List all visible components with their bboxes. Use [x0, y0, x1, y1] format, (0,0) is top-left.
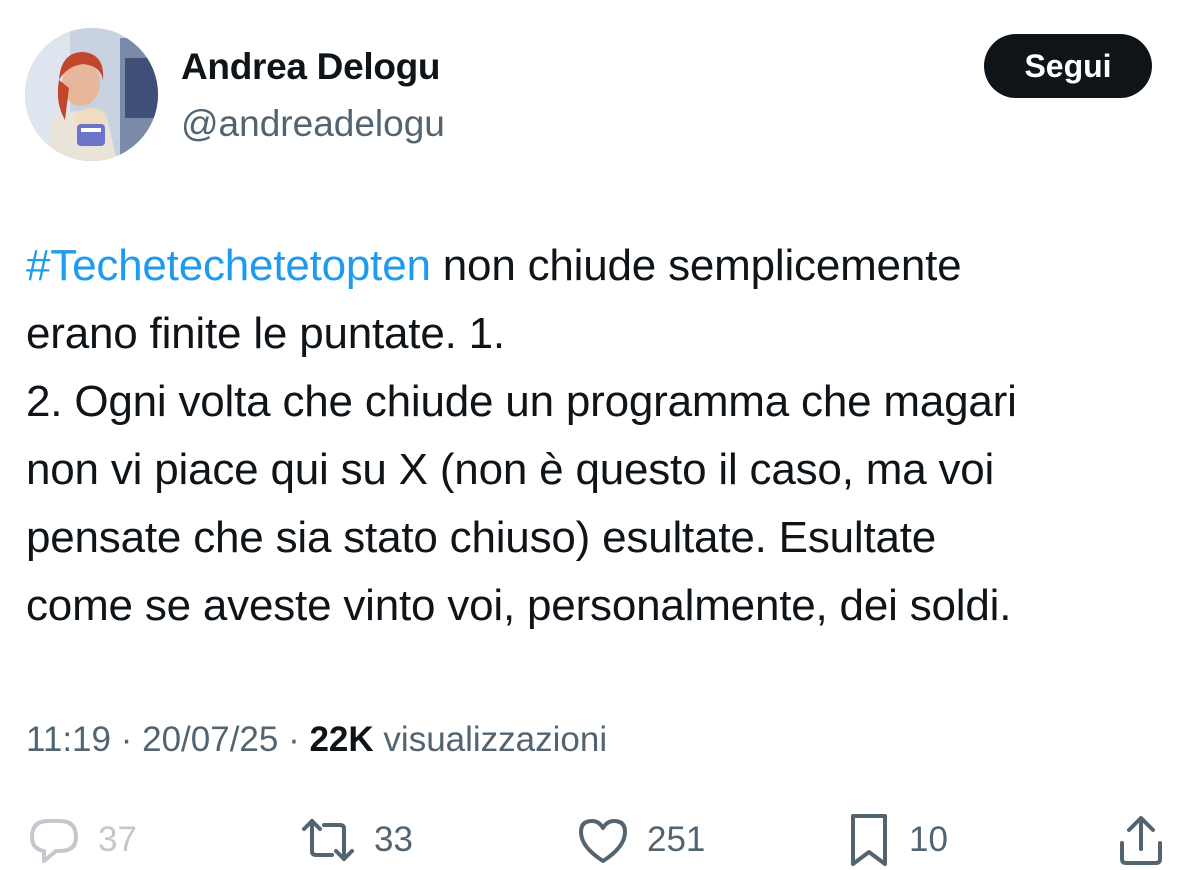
tweet-line-1: #Techetechetetopten non chiude semplicem…	[26, 232, 1186, 300]
tweet-line-4: non vi piace qui su X (non è questo il c…	[26, 445, 995, 494]
repost-icon	[298, 815, 358, 865]
tweet-line-3: 2. Ogni volta che chiude un programma ch…	[26, 377, 1017, 426]
bookmark-icon	[845, 812, 893, 868]
repost-count: 33	[374, 820, 413, 859]
tweet-line-6: come se aveste vinto voi, personalmente,…	[26, 581, 1012, 630]
tweet-line-5: pensate che sia stato chiuso) esultate. …	[26, 513, 937, 562]
reply-count: 37	[98, 820, 137, 859]
tweet-time[interactable]: 11:19	[26, 720, 111, 759]
tweet-date[interactable]: 20/07/25	[142, 720, 278, 759]
views-label: visualizzazioni	[373, 720, 608, 759]
tweet-text: #Techetechetetopten non chiude semplicem…	[26, 232, 1186, 640]
tweet-line-2: erano finite le puntate. 1.	[26, 309, 505, 358]
like-button[interactable]: 251	[575, 810, 705, 870]
tweet-meta: 11:19 · 20/07/25 · 22K visualizzazioni	[26, 720, 607, 760]
repost-button[interactable]: 33	[298, 810, 413, 870]
meta-separator-2: ·	[278, 720, 310, 759]
reply-button[interactable]: 37	[26, 810, 137, 870]
views-count[interactable]: 22K	[309, 720, 373, 759]
avatar[interactable]	[25, 28, 158, 161]
share-icon	[1116, 813, 1166, 867]
bookmark-button[interactable]: 10	[845, 810, 948, 870]
share-button[interactable]	[1116, 810, 1166, 870]
like-count: 251	[647, 820, 706, 859]
tweet-line-1-text: non chiude semplicemente	[430, 241, 962, 290]
author-display-name[interactable]: Andrea Delogu	[181, 46, 441, 88]
action-bar: 37 33 251 10	[0, 810, 1200, 870]
reply-icon	[26, 815, 82, 865]
author-handle[interactable]: @andreadelogu	[181, 103, 445, 145]
follow-button[interactable]: Segui	[984, 34, 1152, 98]
heart-icon	[575, 815, 631, 865]
meta-separator: ·	[111, 720, 143, 759]
bookmark-count: 10	[909, 820, 948, 859]
hashtag-link[interactable]: #Techetechetetopten	[26, 241, 431, 290]
